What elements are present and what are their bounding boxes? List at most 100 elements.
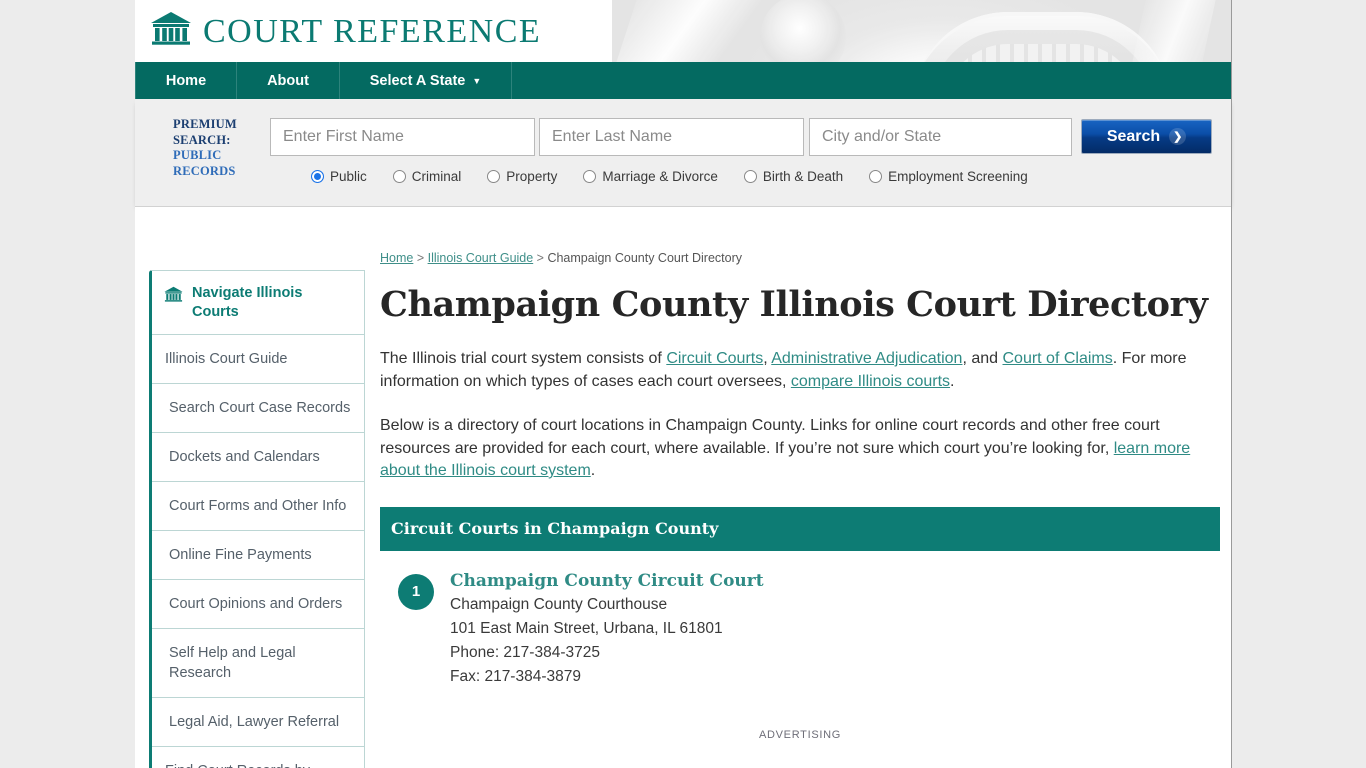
sidebar-item-label: Find Court Records by Illinois County: [165, 763, 310, 768]
sidebar-item-label: Court Opinions and Orders: [169, 596, 343, 612]
paragraph-text: Below is a directory of court locations …: [380, 417, 1160, 457]
radio-option-birth-death[interactable]: Birth & Death: [743, 169, 844, 184]
breadcrumb-current: Champaign County Court Directory: [547, 251, 742, 265]
banner-light-streak-2: [1124, 0, 1218, 62]
radio-property-icon: [487, 170, 501, 183]
section-heading-circuit-courts: Circuit Courts in Champaign County: [380, 506, 1220, 551]
sidebar-item-search-court-case-records[interactable]: Search Court Case Records: [152, 384, 364, 433]
court-address: 101 East Main Street, Urbana, IL 61801: [450, 619, 723, 637]
search-type-radio-group: Public Criminal Property Marriage & Divo…: [311, 169, 1054, 184]
sidebar-item-label: Online Fine Payments: [169, 547, 312, 563]
sidebar-heading-label: Navigate Illinois Courts: [192, 285, 303, 320]
court-list-item: 1 Champaign County Circuit Court Champai…: [380, 551, 1220, 689]
search-button[interactable]: Search ❯: [1081, 119, 1212, 154]
sidebar-item-dockets-and-calendars[interactable]: Dockets and Calendars: [152, 433, 364, 482]
premium-search-label-line2: PUBLIC RECORDS: [173, 148, 236, 178]
nav-item-select-a-state[interactable]: Select A State ▼: [340, 62, 512, 99]
container-right-edge: [1231, 0, 1232, 768]
radio-employment-screening-icon: [869, 170, 883, 183]
radio-option-criminal[interactable]: Criminal: [392, 169, 462, 184]
sidebar-item-court-forms-and-other-info[interactable]: Court Forms and Other Info: [152, 482, 364, 531]
link-circuit-courts[interactable]: Circuit Courts: [666, 350, 763, 367]
sidebar-item-label: Court Forms and Other Info: [169, 498, 347, 514]
radio-birth-death-icon: [743, 170, 757, 183]
breadcrumb: Home > Illinois Court Guide > Champaign …: [380, 207, 1220, 266]
radio-marriage-divorce-icon: [583, 170, 597, 183]
nav-item-about[interactable]: About: [237, 62, 340, 99]
court-building: Champaign County Courthouse: [450, 595, 668, 613]
radio-option-employment-screening[interactable]: Employment Screening: [869, 169, 1028, 184]
court-name-link[interactable]: Champaign County Circuit Court: [450, 569, 764, 593]
courthouse-icon: [164, 284, 183, 303]
breadcrumb-separator: >: [533, 251, 548, 265]
radio-public-icon: [311, 170, 324, 183]
radio-option-birth-death-label: Birth & Death: [762, 169, 844, 184]
advertising-label: ADVERTISING: [758, 728, 842, 741]
sidebar-heading: Navigate Illinois Courts: [152, 271, 364, 335]
nav-item-home[interactable]: Home: [135, 62, 237, 99]
paragraph-text: .: [950, 372, 955, 390]
paragraph-text: , and: [962, 350, 1003, 367]
site-logo[interactable]: COURT REFERENCE: [150, 11, 541, 52]
courthouse-columns-banner-image: [600, 0, 1232, 62]
chevron-right-icon: ❯: [1169, 128, 1187, 145]
radio-option-public[interactable]: Public: [311, 169, 367, 184]
sidebar-item-label: Self Help and Legal Research: [169, 645, 296, 681]
radio-option-public-label: Public: [330, 169, 367, 184]
content-area: Navigate Illinois Courts Illinois Court …: [135, 207, 1232, 768]
sidebar-item-label: Illinois Court Guide: [165, 351, 288, 367]
sidebar-item-label: Legal Aid, Lawyer Referral: [169, 714, 340, 730]
link-administrative-adjudication[interactable]: Administrative Adjudication: [771, 350, 962, 367]
breadcrumb-separator: >: [413, 251, 428, 265]
page-title: Champaign County Illinois Court Director…: [380, 284, 1208, 325]
courthouse-icon: [150, 11, 192, 52]
radio-criminal-icon: [392, 170, 406, 183]
sidebar-navigation: Navigate Illinois Courts Illinois Court …: [149, 270, 365, 768]
sidebar-item-self-help-and-legal-research[interactable]: Self Help and Legal Research: [152, 629, 364, 698]
court-details: Champaign County Circuit Court Champaign…: [450, 569, 764, 689]
court-fax: Fax: 217-384-3879: [450, 667, 581, 685]
link-court-of-claims[interactable]: Court of Claims: [1002, 350, 1112, 367]
site-title: COURT REFERENCE: [203, 12, 542, 50]
section-heading-label: Circuit Courts in Champaign County: [391, 518, 719, 538]
sidebar-item-court-opinions-and-orders[interactable]: Court Opinions and Orders: [152, 580, 364, 629]
radio-option-criminal-label: Criminal: [411, 169, 462, 184]
court-phone: Phone: 217-384-3725: [450, 643, 600, 661]
premium-search-label: PREMIUM SEARCH: PUBLIC RECORDS: [173, 117, 269, 179]
intro-paragraph-1: The Illinois trial court system consists…: [380, 348, 1220, 393]
site-masthead: COURT REFERENCE: [135, 0, 1232, 62]
sidebar-item-legal-aid-lawyer-referral[interactable]: Legal Aid, Lawyer Referral: [152, 698, 364, 747]
paragraph-text: .: [590, 462, 596, 479]
premium-search-label-line1: PREMIUM SEARCH:: [173, 117, 237, 147]
main-navigation: Home About Select A State ▼: [135, 62, 1232, 99]
site-container: COURT REFERENCE Home About Select A Stat…: [135, 0, 1232, 768]
sidebar-item-online-fine-payments[interactable]: Online Fine Payments: [152, 531, 364, 580]
breadcrumb-link-illinois-court-guide[interactable]: Illinois Court Guide: [428, 251, 534, 265]
sidebar-item-label: Dockets and Calendars: [169, 449, 320, 465]
intro-paragraph-2: Below is a directory of court locations …: [380, 415, 1220, 483]
banner-light-streak: [600, 0, 784, 62]
link-compare-illinois-courts[interactable]: compare Illinois courts: [791, 373, 950, 390]
radio-option-marriage-divorce[interactable]: Marriage & Divorce: [583, 169, 718, 184]
radio-option-employment-screening-label: Employment Screening: [888, 169, 1028, 184]
paragraph-text: The Illinois trial court system consists…: [380, 350, 667, 367]
nav-item-home-label: Home: [165, 72, 207, 89]
breadcrumb-link-home[interactable]: Home: [380, 251, 413, 265]
chevron-down-icon: ▼: [472, 76, 482, 86]
radio-option-marriage-divorce-label: Marriage & Divorce: [602, 169, 718, 184]
sidebar-item-illinois-court-guide[interactable]: Illinois Court Guide: [152, 335, 364, 384]
last-name-input[interactable]: [539, 118, 804, 156]
search-button-label: Search: [1106, 127, 1161, 145]
radio-option-property-label: Property: [506, 169, 558, 184]
court-number-badge: 1: [398, 573, 434, 610]
nav-item-about-label: About: [267, 72, 309, 89]
page-root: COURT REFERENCE Home About Select A Stat…: [0, 0, 1366, 768]
nav-item-select-a-state-label: Select A State: [369, 72, 466, 89]
first-name-input[interactable]: [270, 118, 535, 156]
sidebar-item-label: Search Court Case Records: [169, 400, 351, 416]
city-state-input[interactable]: [809, 118, 1072, 156]
premium-search-bar: PREMIUM SEARCH: PUBLIC RECORDS Search ❯ …: [135, 99, 1232, 207]
sidebar-item-find-court-records-by-illinois-county[interactable]: Find Court Records by Illinois County: [152, 747, 364, 768]
main-column: Home > Illinois Court Guide > Champaign …: [380, 207, 1220, 741]
radio-option-property[interactable]: Property: [487, 169, 557, 184]
